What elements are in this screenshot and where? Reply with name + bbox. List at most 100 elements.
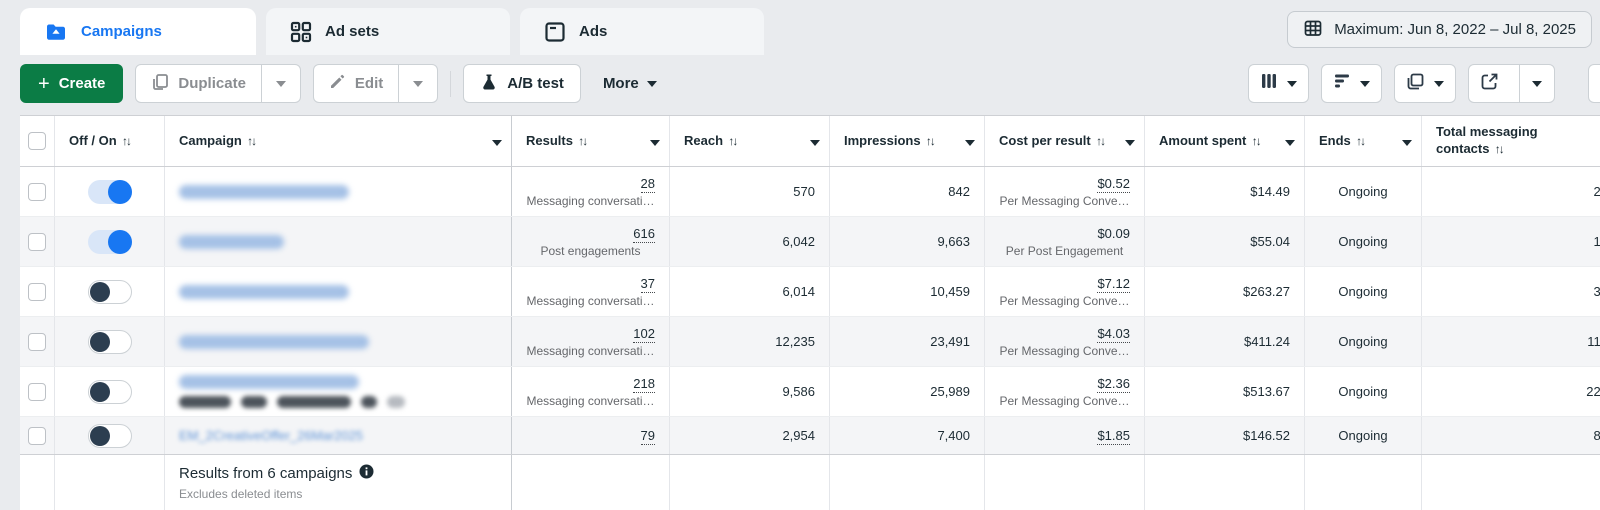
redacted-badge [241, 396, 267, 408]
reports-icon [1406, 72, 1425, 96]
results-cell: 218 Messaging conversati… [512, 367, 670, 416]
column-header-total-messaging-contacts[interactable]: Total messaging contacts ↑↓ [1422, 116, 1600, 166]
column-header-campaign[interactable]: Campaign ↑↓ [165, 116, 512, 166]
campaign-toggle[interactable] [87, 229, 132, 254]
clipped-toolbar-button[interactable] [1588, 64, 1600, 103]
campaign-name-cell[interactable] [165, 317, 512, 366]
total-messaging-contacts-cell: 110 [1422, 317, 1600, 366]
column-header-cost-per-result[interactable]: Cost per result ↑↓ [985, 116, 1145, 166]
impressions-cell: 23,491 [830, 317, 985, 366]
export-button[interactable] [1469, 65, 1510, 102]
metric-sublabel: Messaging conversati… [526, 343, 655, 358]
results-cell: 616 Post engagements [512, 217, 670, 266]
sort-icon: ↑↓ [245, 133, 257, 148]
column-menu-caret-icon[interactable] [1285, 140, 1295, 146]
export-icon [1480, 72, 1499, 96]
tab-ad-sets[interactable]: Ad sets [266, 8, 510, 55]
column-label: Campaign ↑↓ [179, 132, 257, 148]
campaign-name-redacted-bar [179, 334, 369, 349]
row-checkbox[interactable] [28, 282, 46, 301]
column-menu-caret-icon[interactable] [650, 140, 660, 146]
row-checkbox[interactable] [28, 232, 46, 251]
campaign-name-cell[interactable] [165, 167, 512, 216]
metric-value-text: $2.36 [1097, 375, 1130, 393]
ends-cell: Ongoing [1305, 317, 1422, 366]
columns-button[interactable] [1248, 64, 1309, 103]
column-header-results[interactable]: Results ↑↓ [512, 116, 670, 166]
impressions-cell: 7,400 [830, 417, 985, 454]
ab-test-label: A/B test [507, 75, 564, 92]
column-label: Ends ↑↓ [1319, 132, 1366, 148]
metric-sublabel: Messaging conversati… [526, 193, 655, 208]
campaign-name-cell[interactable]: EM_2CreativeOffer_26Mar2025 [165, 417, 512, 454]
reports-button[interactable] [1394, 64, 1456, 103]
column-menu-caret-icon[interactable] [810, 140, 820, 146]
column-menu-caret-icon[interactable] [1125, 140, 1135, 146]
campaign-name-cell[interactable] [165, 267, 512, 316]
tab-campaigns[interactable]: Campaigns [20, 8, 256, 55]
toggle-knob [89, 281, 110, 302]
tab-ads[interactable]: Ads [520, 8, 764, 55]
column-header-off-on[interactable]: Off / On ↑↓ [55, 116, 165, 166]
row-checkbox[interactable] [28, 332, 46, 351]
select-all-checkbox[interactable] [28, 132, 46, 150]
metric-value-text: 102 [633, 325, 655, 343]
campaign-name-cell[interactable] [165, 367, 512, 416]
column-header-amount-spent[interactable]: Amount spent ↑↓ [1145, 116, 1305, 166]
tab-label: Ads [579, 23, 608, 40]
campaign-toggle[interactable] [87, 423, 132, 448]
campaigns-table: Off / On ↑↓ Campaign ↑↓ Results ↑↓ Reach ↑↓… [20, 115, 1600, 510]
column-menu-caret-icon[interactable] [965, 140, 975, 146]
row-toggle-cell [55, 217, 165, 266]
campaign-toggle[interactable] [87, 379, 132, 404]
results-cell: 37 Messaging conversati… [512, 267, 670, 316]
row-checkbox[interactable] [28, 426, 46, 445]
view-tabs: Campaigns Ad sets Ads [20, 8, 764, 55]
column-menu-caret-icon[interactable] [492, 140, 502, 146]
edit-button[interactable]: Edit [314, 65, 398, 102]
breakdown-button[interactable] [1321, 64, 1382, 103]
metric-sublabel: Messaging conversati… [526, 393, 655, 408]
sort-icon: ↑↓ [1354, 133, 1366, 148]
total-messaging-contacts-cell: 13 [1422, 217, 1600, 266]
edit-label: Edit [354, 75, 384, 92]
metric-value: 218 [526, 375, 655, 393]
more-button[interactable]: More [593, 64, 667, 103]
duplicate-button[interactable]: Duplicate [136, 65, 261, 102]
column-header-impressions[interactable]: Impressions ↑↓ [830, 116, 985, 166]
column-menu-caret-icon[interactable] [1402, 140, 1412, 146]
campaign-name-cell[interactable] [165, 217, 512, 266]
ends-value: Ongoing [1338, 184, 1388, 199]
campaign-toggle[interactable] [87, 329, 132, 354]
amount-spent-cell: $55.04 [1145, 217, 1305, 266]
info-icon[interactable] [359, 464, 374, 483]
date-range-button[interactable]: Maximum: Jun 8, 2022 – Jul 8, 2025 [1287, 11, 1592, 48]
row-checkbox[interactable] [28, 382, 46, 401]
export-dropdown-caret[interactable] [1519, 65, 1554, 102]
metric-value: $55.04 [1250, 234, 1290, 249]
duplicate-split-button: Duplicate [135, 64, 301, 103]
row-checkbox[interactable] [28, 182, 46, 201]
sort-icon: ↑↓ [120, 133, 132, 148]
column-header-reach[interactable]: Reach ↑↓ [670, 116, 830, 166]
table-row: 616 Post engagements 6,042 9,663 $0.09 Per Po… [20, 217, 1600, 267]
table-row: EM_2CreativeOffer_26Mar2025 79 2,954 7,400 $… [20, 417, 1600, 454]
create-label: Create [58, 75, 106, 92]
metric-value: 6,014 [782, 284, 815, 299]
impressions-cell: 10,459 [830, 267, 985, 316]
ends-cell: Ongoing [1305, 167, 1422, 216]
reach-cell: 9,586 [670, 367, 830, 416]
calendar-icon [1303, 18, 1323, 42]
create-button[interactable]: + Create [20, 64, 124, 103]
duplicate-dropdown-caret[interactable] [260, 65, 300, 102]
cost-per-result-cell: $0.09 Per Post Engagement [985, 217, 1145, 266]
campaign-toggle[interactable] [87, 279, 132, 304]
campaign-toggle[interactable] [87, 179, 132, 204]
redacted-badges [179, 396, 511, 408]
edit-dropdown-caret[interactable] [398, 65, 437, 102]
cost-per-result-cell: $1.85 [985, 417, 1145, 454]
column-header-ends[interactable]: Ends ↑↓ [1305, 116, 1422, 166]
ends-cell: Ongoing [1305, 217, 1422, 266]
ab-test-button[interactable]: A/B test [463, 64, 581, 103]
row-toggle-cell [55, 167, 165, 216]
